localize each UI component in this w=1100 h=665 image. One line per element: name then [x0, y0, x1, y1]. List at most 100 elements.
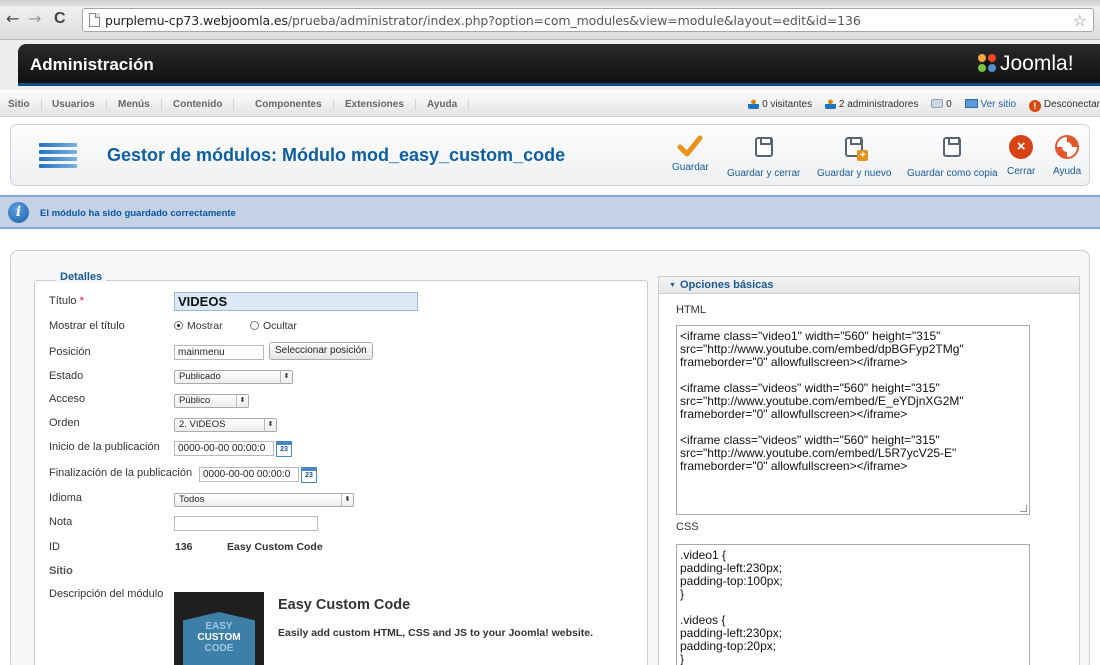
admins-count: 2 administradores: [838, 99, 919, 110]
select-arrow-icon: ⬍: [264, 419, 276, 431]
save-label: Guardar: [672, 162, 709, 173]
language-value: Todos: [179, 494, 205, 505]
html-code: <iframe class="video1" width="560" heigh…: [680, 329, 964, 473]
forward-icon[interactable]: →: [28, 11, 41, 27]
save-copy-icon-wrap: [907, 137, 998, 165]
basic-options-header[interactable]: ▼ Opciones básicas: [659, 277, 1079, 294]
url-host: purplemu-cp73.webjoomla.es: [105, 13, 288, 28]
save-copy-button[interactable]: Guardar como copia: [907, 133, 998, 179]
show-title-label: Mostrar el título: [49, 320, 125, 332]
logo-line-easy: EASY: [205, 621, 233, 632]
checkmark-icon: [677, 135, 703, 157]
page-icon: [89, 13, 100, 27]
menu-item-componentes[interactable]: Componentes: [255, 99, 334, 110]
menu-item-sitio[interactable]: Sitio: [8, 99, 42, 110]
admins-icon: [824, 98, 836, 109]
back-icon[interactable]: ←: [6, 11, 19, 27]
id-value: 136: [175, 541, 193, 553]
logo-badge: EASY CUSTOM CODE: [183, 612, 255, 665]
bookmark-star-icon[interactable]: ☆: [1073, 11, 1087, 30]
site-label: Sitio: [49, 565, 73, 577]
reload-icon[interactable]: C: [54, 11, 66, 27]
publish-down-input[interactable]: 0000-00-00 00:00:0: [199, 467, 299, 482]
order-label: Orden: [49, 417, 80, 429]
messages-status[interactable]: 0: [931, 99, 952, 110]
view-site-label: Ver sitio: [980, 99, 1017, 110]
state-label: Estado: [49, 370, 84, 382]
hide-option-label: Ocultar: [263, 320, 297, 332]
title-input[interactable]: VIDEOS: [174, 292, 418, 311]
calendar-icon[interactable]: 23: [276, 441, 292, 457]
module-toolbar: Gestor de módulos: Módulo mod_easy_custo…: [10, 124, 1090, 186]
menu-item-menus[interactable]: Menús: [118, 99, 162, 110]
resize-grip-icon[interactable]: [1020, 505, 1027, 512]
help-icon-wrap: [1053, 135, 1081, 163]
url-text[interactable]: purplemu-cp73.webjoomla.es/prueba/admini…: [105, 13, 861, 28]
language-label: Idioma: [49, 492, 83, 504]
save-new-button[interactable]: Guardar y nuevo: [817, 133, 892, 179]
access-value: Público: [179, 395, 211, 406]
access-select[interactable]: Público ⬍: [174, 394, 249, 408]
help-label: Ayuda: [1053, 166, 1082, 177]
details-legend: Detalles: [56, 271, 107, 283]
language-select[interactable]: Todos ⬍: [174, 493, 354, 507]
admin-menu: Sitio Usuarios Menús Contenido Component…: [0, 93, 1100, 117]
select-arrow-icon: ⬍: [236, 395, 248, 407]
select-position-button[interactable]: Seleccionar posición: [269, 342, 373, 360]
view-site-link[interactable]: Ver sitio: [964, 99, 1017, 110]
visitors-status: 0 visitantes: [748, 98, 812, 110]
note-input[interactable]: [174, 516, 318, 531]
title-label-text: Título: [49, 295, 77, 307]
state-select[interactable]: Publicado ⬍: [174, 370, 293, 384]
url-path: /prueba/administrator/index.php?option=c…: [287, 13, 861, 28]
easy-custom-code-logo: EASY CUSTOM CODE: [174, 592, 264, 665]
select-arrow-icon: ⬍: [280, 371, 292, 383]
position-label: Posición: [49, 346, 91, 358]
publish-up-label: Inicio de la publicación: [49, 441, 160, 453]
header-title: Administración: [30, 55, 154, 74]
browser-toolbar: ← → C purplemu-cp73.webjoomla.es/prueba/…: [0, 0, 1100, 40]
hide-radio[interactable]: Ocultar: [250, 320, 297, 332]
save-new-icon-wrap: [817, 137, 892, 165]
order-select[interactable]: 2. VIDEOS ⬍: [174, 418, 277, 432]
state-value: Publicado: [179, 371, 221, 382]
logout-link[interactable]: ! Desconectar: [1028, 99, 1100, 112]
admin-header: Administración Joomla!: [0, 40, 1100, 90]
logo-line-code: CODE: [204, 643, 234, 654]
order-value: 2. VIDEOS: [179, 419, 226, 430]
basic-options-title: Opciones básicas: [679, 279, 774, 291]
close-button[interactable]: × Cerrar: [1007, 133, 1035, 177]
menu-item-extensiones[interactable]: Extensiones: [345, 99, 416, 110]
css-code: .video1 { padding-left:230px; padding-to…: [680, 548, 783, 665]
system-message: i El módulo ha sido guardado correctamen…: [0, 195, 1100, 229]
visitors-count: 0 visitantes: [762, 99, 813, 110]
save-close-label: Guardar y cerrar: [727, 168, 801, 179]
show-radio[interactable]: Mostrar: [174, 320, 223, 332]
required-marker: *: [79, 295, 84, 307]
position-input[interactable]: mainmenu: [174, 345, 264, 360]
calendar-icon[interactable]: 23: [301, 467, 317, 483]
messages-count: 0: [946, 99, 952, 110]
disk-copy-icon: [943, 137, 962, 157]
close-label: Cerrar: [1007, 166, 1036, 177]
save-close-button[interactable]: Guardar y cerrar: [727, 133, 800, 179]
show-option-label: Mostrar: [187, 320, 223, 332]
menu-item-usuarios[interactable]: Usuarios: [52, 99, 107, 110]
users-icon: [748, 98, 760, 109]
publish-up-input[interactable]: 0000-00-00 00:00:0: [174, 441, 274, 456]
menu-item-ayuda[interactable]: Ayuda: [427, 99, 470, 110]
lifebuoy-icon: [1055, 135, 1080, 159]
disk-plus-icon: [845, 137, 869, 161]
html-textarea[interactable]: <iframe class="video1" width="560" heigh…: [676, 325, 1030, 515]
joomla-logo-icon: [978, 54, 996, 72]
css-textarea[interactable]: .video1 { padding-left:230px; padding-to…: [676, 544, 1030, 665]
menu-item-contenido[interactable]: Contenido: [173, 99, 235, 110]
save-button[interactable]: Guardar: [672, 133, 709, 173]
module-type: Easy Custom Code: [227, 541, 323, 553]
publish-down-label: Finalización de la publicación: [49, 467, 193, 479]
module-description: Easily add custom HTML, CSS and JS to yo…: [278, 627, 594, 639]
monitor-icon: [964, 99, 978, 108]
logout-icon: !: [1028, 100, 1041, 112]
help-button[interactable]: Ayuda: [1053, 133, 1081, 177]
address-bar[interactable]: purplemu-cp73.webjoomla.es/prueba/admini…: [82, 8, 1094, 32]
